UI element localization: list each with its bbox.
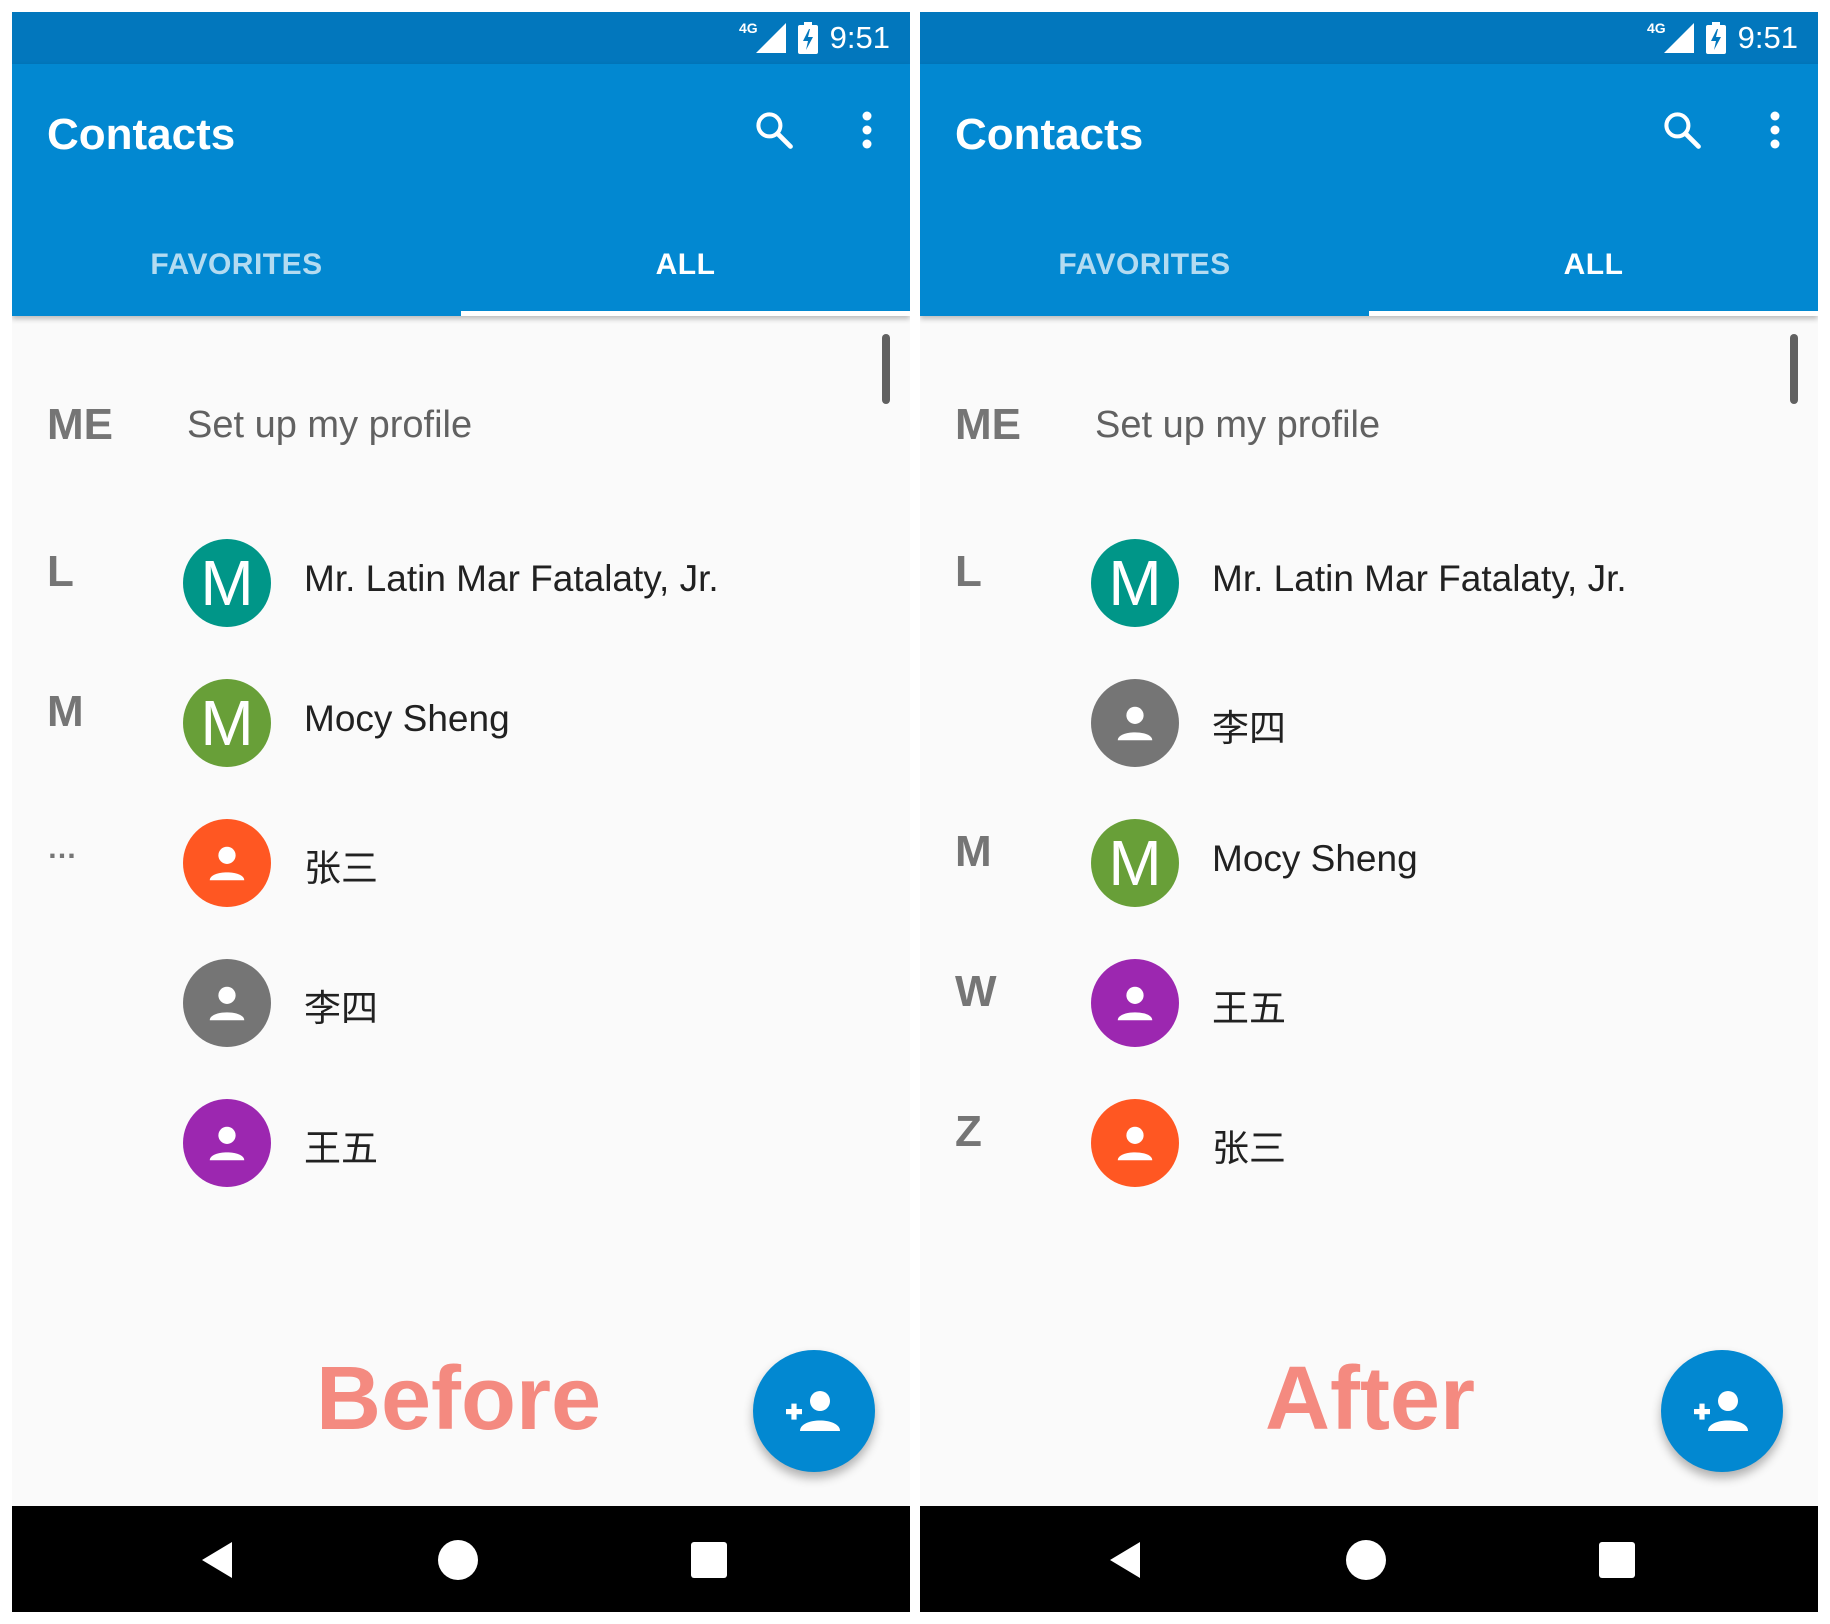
status-bar: 4G 9:51 [12,12,910,64]
signal-icon [755,23,786,53]
home-icon[interactable] [438,1540,478,1580]
section-letter: ME [955,400,1021,449]
avatar [1091,679,1179,767]
section-letter: M [955,827,992,876]
after-label: After [1265,1349,1476,1449]
after-screen: 4G 9:51 Contacts FAVORITES ALL ME Set up… [920,12,1818,1612]
page-title: Contacts [47,110,236,159]
app-bar: Contacts FAVORITES ALL [920,64,1818,316]
back-icon[interactable] [187,1540,247,1580]
section-letter: L [47,547,74,596]
avatar [1091,959,1179,1047]
me-profile-row[interactable]: ME Set up my profile [12,390,910,470]
tab-favorites[interactable]: FAVORITES [920,214,1369,316]
contact-row[interactable]: … 张三 [12,792,910,932]
section-letter: ME [47,400,113,449]
section-letter: W [955,967,997,1016]
avatar: M [1091,819,1179,907]
contact-row[interactable]: 王五 [12,1072,910,1212]
more-vert-icon [1770,111,1780,149]
battery-charging-icon [797,22,818,54]
avatar: M [183,679,271,767]
add-contact-button[interactable] [1661,1350,1783,1472]
me-profile-row[interactable]: ME Set up my profile [920,390,1818,470]
person-icon [209,1126,245,1161]
status-time: 9:51 [1737,20,1798,55]
search-button[interactable] [1652,100,1712,160]
avatar [183,1099,271,1187]
section-letter: Z [955,1107,982,1156]
contact-name: 张三 [1212,1128,1286,1169]
navigation-bar [12,1506,910,1612]
person-add-icon [786,1391,840,1431]
more-options-button[interactable] [847,100,887,160]
status-bar: 4G 9:51 [920,12,1818,64]
section-letter: M [47,687,84,736]
contact-name: 张三 [304,848,378,889]
back-icon[interactable] [1095,1540,1155,1580]
tab-favorites[interactable]: FAVORITES [12,214,461,316]
contact-row[interactable]: 李四 [12,932,910,1072]
contact-name: Mocy Sheng [304,698,510,739]
more-options-button[interactable] [1755,100,1795,160]
search-button[interactable] [744,100,804,160]
add-contact-button[interactable] [753,1350,875,1472]
page-title: Contacts [955,110,1144,159]
contact-name: 李四 [1212,708,1286,749]
person-icon [1117,986,1153,1021]
recents-icon[interactable] [1599,1542,1635,1578]
contact-row[interactable]: W 王五 [920,932,1818,1072]
network-type: 4G [1646,20,1666,36]
section-letter: … [47,832,78,865]
tab-all[interactable]: ALL [1369,214,1818,316]
avatar: M [1091,539,1179,627]
section-letter: L [955,547,982,596]
contact-name: 王五 [304,1128,378,1169]
avatar [183,959,271,1047]
contact-name: Mocy Sheng [1212,838,1418,879]
contact-row[interactable]: M M Mocy Sheng [12,652,910,792]
navigation-bar [920,1506,1818,1612]
network-type: 4G [738,20,758,36]
person-icon [1117,1126,1153,1161]
person-icon [1117,706,1153,741]
contact-row[interactable]: M M Mocy Sheng [920,792,1818,932]
avatar: M [183,539,271,627]
contact-row[interactable]: L M Mr. Latin Mar Fatalaty, Jr. [920,512,1818,652]
contact-row[interactable]: 李四 [920,652,1818,792]
search-icon [756,112,793,149]
home-icon[interactable] [1346,1540,1386,1580]
contact-name: 王五 [1212,988,1286,1029]
status-time: 9:51 [829,20,890,55]
before-screen: 4G 9:51 Contacts FAVORITES ALL ME Set up… [12,12,910,1612]
contact-row[interactable]: Z 张三 [920,1072,1818,1212]
setup-profile-link[interactable]: Set up my profile [1095,404,1380,447]
person-icon [209,986,245,1021]
avatar [183,819,271,907]
avatar [1091,1099,1179,1187]
recents-icon[interactable] [691,1542,727,1578]
app-bar: Contacts FAVORITES ALL [12,64,910,316]
tab-bar: FAVORITES ALL [12,214,910,316]
person-icon [209,846,245,881]
setup-profile-link[interactable]: Set up my profile [187,404,472,447]
tab-all[interactable]: ALL [461,214,910,316]
before-label: Before [316,1349,602,1449]
more-vert-icon [862,111,872,149]
contact-name: Mr. Latin Mar Fatalaty, Jr. [1212,558,1627,599]
contact-row[interactable]: L M Mr. Latin Mar Fatalaty, Jr. [12,512,910,652]
tab-bar: FAVORITES ALL [920,214,1818,316]
person-add-icon [1694,1391,1748,1431]
search-icon [1664,112,1701,149]
signal-icon [1663,23,1694,53]
battery-charging-icon [1705,22,1726,54]
contact-name: Mr. Latin Mar Fatalaty, Jr. [304,558,719,599]
contact-name: 李四 [304,988,378,1029]
